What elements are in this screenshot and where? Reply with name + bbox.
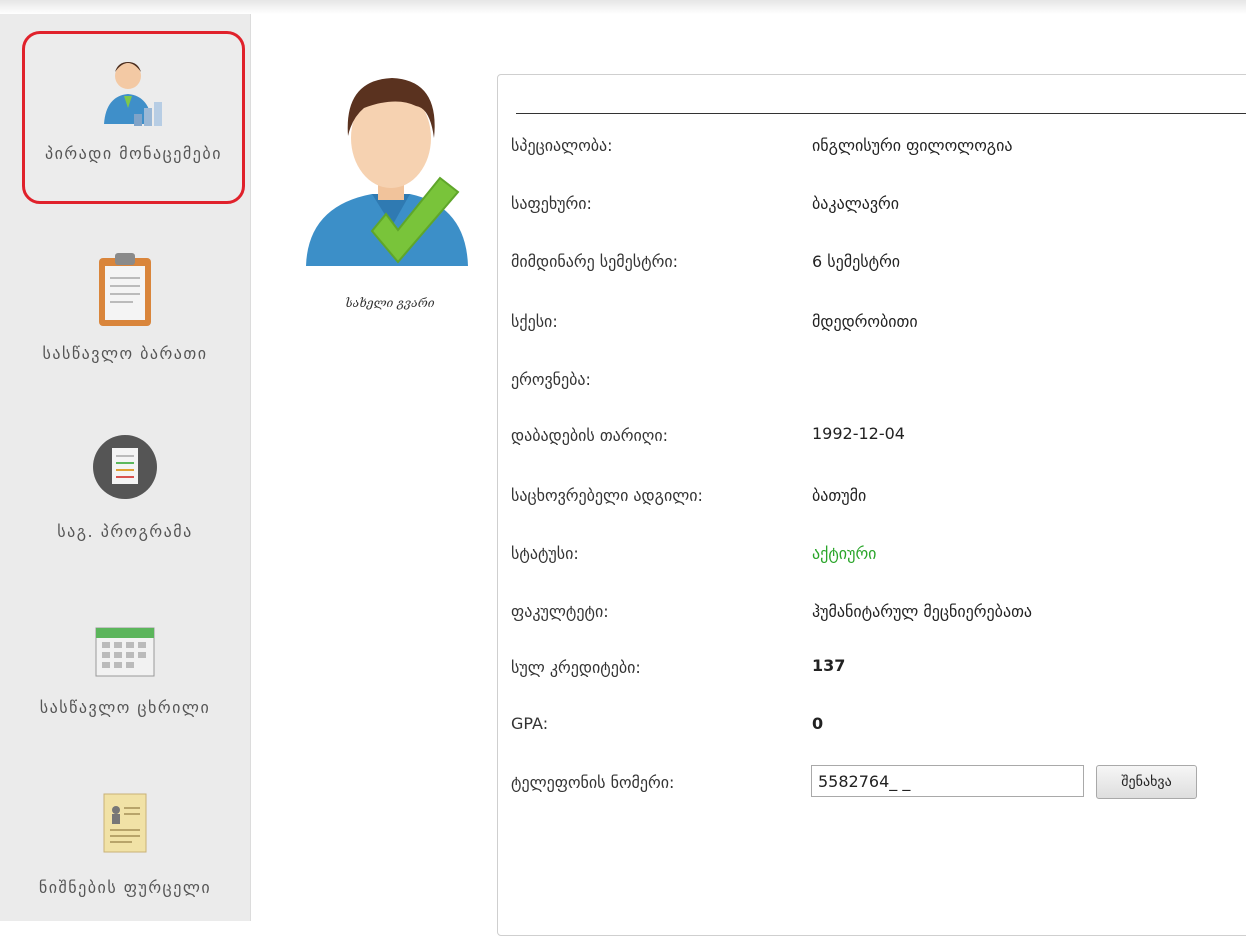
value-status: აქტიური — [812, 544, 877, 563]
sidebar-item-label: სასწავლო ბარათი — [42, 344, 208, 363]
sidebar-item-label: პირადი მონაცემები — [45, 144, 222, 163]
grade-sheet-icon — [103, 793, 147, 853]
value-gpa: 0 — [812, 714, 824, 733]
label-status: სტატუსი: — [511, 544, 579, 563]
label-nationality: ეროვნება: — [511, 370, 591, 389]
label-faculty: ფაკულტეტი: — [511, 602, 609, 621]
label-gpa: GPA: — [511, 714, 549, 733]
value-residence: ბათუმი — [812, 486, 867, 505]
person-chart-icon — [103, 62, 162, 126]
label-specialty: სპეციალობა: — [511, 136, 613, 155]
label-gender: სქესი: — [511, 312, 558, 331]
top-bar — [0, 0, 1246, 14]
phone-input[interactable] — [811, 765, 1084, 797]
sidebar-item-program[interactable]: საგ. პროგრამა — [0, 434, 250, 554]
value-total-credits: 137 — [812, 656, 846, 675]
divider — [516, 113, 1246, 114]
value-specialty: ინგლისური ფილოლოგია — [812, 136, 1013, 155]
value-level: ბაკალავრი — [812, 194, 900, 213]
save-button[interactable]: შენახვა — [1096, 765, 1197, 799]
label-birth-date: დაბადების თარიღი: — [511, 426, 669, 445]
label-phone: ტელეფონის ნომერი: — [511, 773, 675, 792]
value-faculty: ჰუმანიტარულ მეცნიერებათა — [812, 602, 1033, 621]
avatar — [300, 66, 490, 331]
sidebar-item-label: ნიშნების ფურცელი — [38, 878, 212, 897]
profile-name: სახელი გვარი — [345, 296, 435, 310]
sidebar-item-schedule[interactable]: სასწავლო ცხრილი — [0, 620, 250, 730]
label-current-semester: მიმდინარე სემესტრი: — [511, 252, 678, 271]
sidebar-item-study-card[interactable]: სასწავლო ბარათი — [0, 250, 250, 370]
value-gender: მდედრობითი — [812, 312, 918, 331]
calendar-icon — [95, 627, 155, 677]
sidebar-item-personal-data[interactable]: პირადი მონაცემები — [22, 31, 245, 204]
value-current-semester: 6 სემესტრი — [812, 252, 901, 271]
sidebar-item-label: სასწავლო ცხრილი — [39, 698, 211, 717]
label-total-credits: სულ კრედიტები: — [511, 658, 641, 677]
sidebar-item-grade-sheet[interactable]: ნიშნების ფურცელი — [0, 790, 250, 910]
label-residence: საცხოვრებელი ადგილი: — [511, 486, 703, 505]
sidebar-item-label: საგ. პროგრამა — [57, 522, 193, 541]
user-verified-icon — [306, 78, 468, 266]
clipboard-icon — [99, 253, 151, 326]
program-sheet-icon — [93, 435, 157, 499]
value-birth-date: 1992-12-04 — [812, 424, 905, 443]
label-level: საფეხური: — [511, 194, 592, 213]
